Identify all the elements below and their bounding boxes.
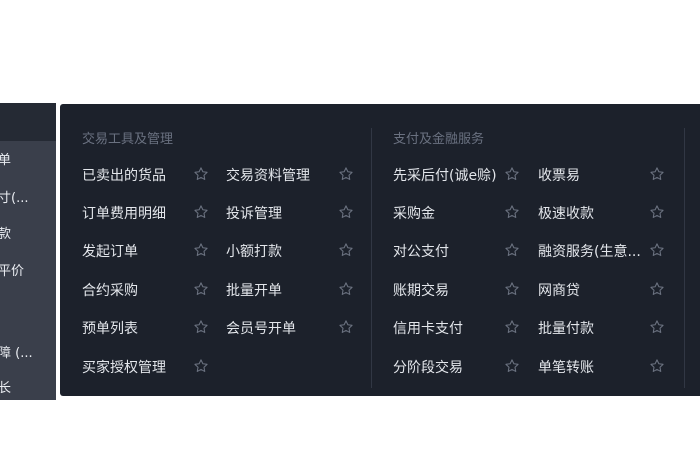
menu-item[interactable]: 极速收款: [538, 203, 594, 223]
star-outline-icon[interactable]: [193, 358, 209, 374]
star-outline-icon[interactable]: [338, 204, 354, 220]
star-outline-icon[interactable]: [338, 281, 354, 297]
star-outline-icon[interactable]: [649, 204, 665, 220]
menu-item[interactable]: 合约采购: [82, 280, 138, 300]
menu-item[interactable]: 信用卡支付: [393, 318, 463, 338]
sidebar-header: [0, 103, 56, 141]
star-outline-icon[interactable]: [193, 242, 209, 258]
sidebar-item[interactable]: 款: [0, 223, 11, 242]
star-outline-icon[interactable]: [504, 242, 520, 258]
sidebar-item[interactable]: 障 (...: [0, 342, 33, 361]
menu-item[interactable]: 单笔转账: [538, 357, 594, 377]
section-divider: [684, 128, 685, 388]
menu-item[interactable]: 会员号开单: [226, 318, 296, 338]
menu-item[interactable]: 批量开单: [226, 280, 282, 300]
star-outline-icon[interactable]: [338, 319, 354, 335]
menu-item[interactable]: 小额打款: [226, 241, 282, 261]
menu-item[interactable]: 买家授权管理: [82, 357, 166, 377]
menu-item[interactable]: 分阶段交易: [393, 357, 463, 377]
star-outline-icon[interactable]: [193, 281, 209, 297]
star-outline-icon[interactable]: [193, 166, 209, 182]
section-divider: [371, 128, 372, 388]
menu-item[interactable]: 批量付款: [538, 318, 594, 338]
star-outline-icon[interactable]: [504, 204, 520, 220]
sidebar-item[interactable]: 长: [0, 377, 11, 396]
sidebar-item[interactable]: 寸(...: [0, 187, 28, 206]
star-outline-icon[interactable]: [649, 242, 665, 258]
menu-item[interactable]: 账期交易: [393, 280, 449, 300]
star-outline-icon[interactable]: [649, 166, 665, 182]
left-sidebar: 单 寸(... 款 平价 障 (... 长: [0, 103, 56, 400]
sidebar-item[interactable]: 平价: [0, 260, 24, 279]
star-outline-icon[interactable]: [649, 358, 665, 374]
star-outline-icon[interactable]: [504, 358, 520, 374]
star-outline-icon[interactable]: [504, 166, 520, 182]
menu-item[interactable]: 交易资料管理: [226, 165, 310, 185]
sidebar-item[interactable]: 单: [0, 149, 11, 168]
star-outline-icon[interactable]: [649, 319, 665, 335]
star-outline-icon[interactable]: [193, 204, 209, 220]
menu-item[interactable]: 网商贷: [538, 280, 580, 300]
star-outline-icon[interactable]: [504, 319, 520, 335]
menu-item[interactable]: 预单列表: [82, 318, 138, 338]
star-outline-icon[interactable]: [338, 242, 354, 258]
menu-item[interactable]: 对公支付: [393, 241, 449, 261]
menu-item[interactable]: 先采后付(诚e赊): [393, 165, 497, 185]
menu-item[interactable]: 发起订单: [82, 241, 138, 261]
star-outline-icon[interactable]: [193, 319, 209, 335]
menu-item[interactable]: 收票易: [538, 165, 580, 185]
star-outline-icon[interactable]: [504, 281, 520, 297]
menu-item[interactable]: 采购金: [393, 203, 435, 223]
menu-item[interactable]: 投诉管理: [226, 203, 282, 223]
menu-item[interactable]: 融资服务(生意...: [538, 241, 641, 261]
menu-item[interactable]: 已卖出的货品: [82, 165, 166, 185]
star-outline-icon[interactable]: [649, 281, 665, 297]
star-outline-icon[interactable]: [338, 166, 354, 182]
section-title-trade-tools: 交易工具及管理: [82, 132, 174, 147]
section-title-payment-finance: 支付及金融服务: [393, 132, 485, 147]
dropdown-menu-panel: 交易工具及管理 已卖出的货品 订单费用明细 发起订单 合约采购 预单列表 买家授…: [60, 104, 700, 396]
menu-item[interactable]: 订单费用明细: [82, 203, 166, 223]
